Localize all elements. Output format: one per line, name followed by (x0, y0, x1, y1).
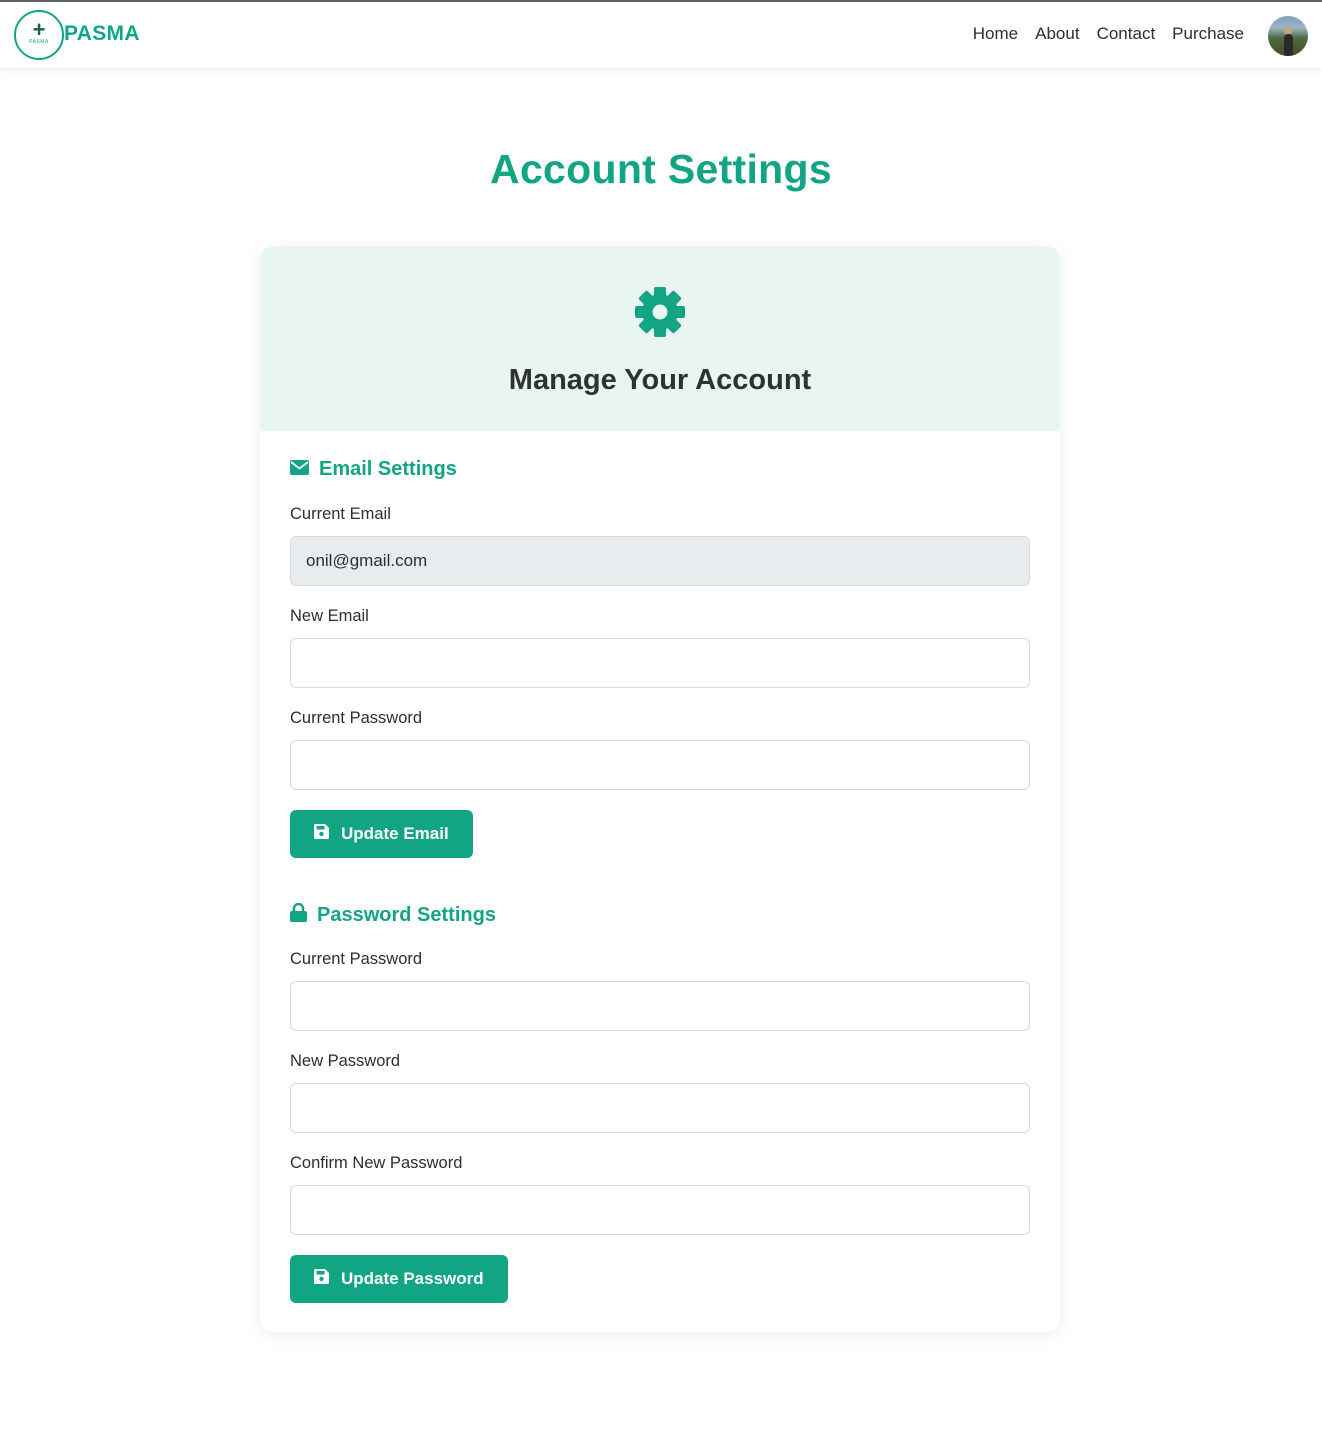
update-password-label: Update Password (341, 1269, 484, 1288)
envelope-icon (290, 458, 309, 481)
email-current-password-label: Current Password (290, 709, 423, 727)
new-password-label: New Password (290, 1052, 401, 1070)
current-email-label: Current Email (290, 505, 391, 523)
update-email-button[interactable]: Update Email (290, 810, 473, 858)
logo-icon[interactable]: + PASMA (14, 10, 64, 60)
lock-icon (290, 902, 307, 928)
new-email-field[interactable] (290, 638, 1030, 688)
email-settings-title: Email Settings (319, 458, 457, 480)
current-email-field[interactable] (290, 536, 1030, 586)
email-current-password-field[interactable] (290, 740, 1030, 790)
email-settings-heading: Email Settings (290, 458, 457, 481)
new-password-field[interactable] (290, 1083, 1030, 1133)
password-settings-heading: Password Settings (290, 902, 496, 928)
nav-link-home[interactable]: Home (973, 24, 1018, 44)
settings-card: Manage Your Account Email Settings Curre… (260, 246, 1060, 1332)
current-password-label: Current Password (290, 950, 423, 968)
nav-link-purchase[interactable]: Purchase (1172, 24, 1244, 44)
update-email-label: Update Email (341, 824, 449, 843)
gear-icon (635, 287, 685, 337)
nav-links: Home About Contact Purchase (973, 24, 1244, 44)
save-icon (314, 824, 329, 844)
confirm-password-field[interactable] (290, 1185, 1030, 1235)
navbar: + PASMA PASMA Home About Contact Purchas… (0, 2, 1322, 68)
nav-link-contact[interactable]: Contact (1097, 24, 1156, 44)
update-password-button[interactable]: Update Password (290, 1255, 508, 1303)
brand-name[interactable]: PASMA (64, 22, 140, 46)
avatar[interactable] (1268, 16, 1308, 56)
current-password-field[interactable] (290, 981, 1030, 1031)
card-title: Manage Your Account (508, 364, 812, 396)
password-settings-title: Password Settings (317, 904, 496, 926)
save-icon (314, 1269, 329, 1289)
confirm-password-label: Confirm New Password (290, 1154, 463, 1172)
new-email-label: New Email (290, 607, 369, 625)
page-title: Account Settings (490, 146, 832, 192)
card-header: Manage Your Account (260, 246, 1060, 431)
nav-link-about[interactable]: About (1035, 24, 1079, 44)
